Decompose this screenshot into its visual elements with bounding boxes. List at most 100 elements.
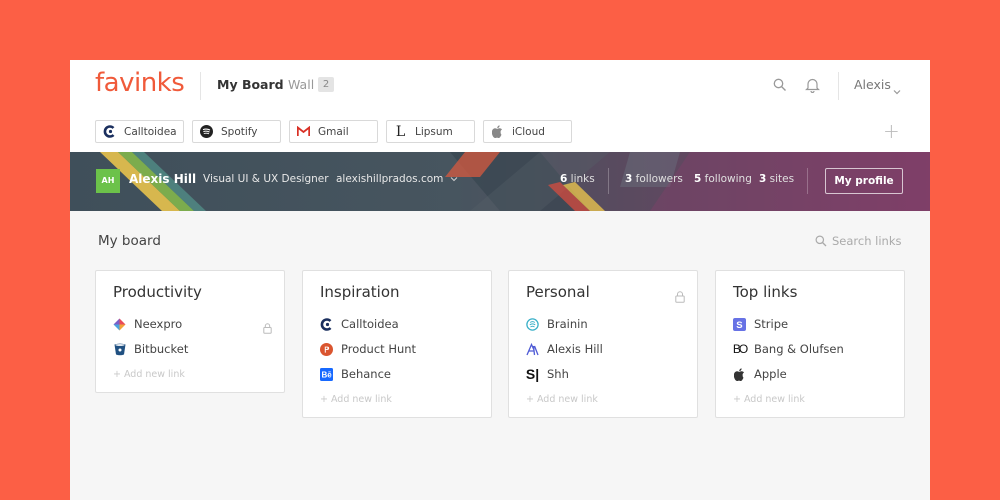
gmail-icon	[297, 125, 310, 138]
sites-stat[interactable]: 3 sites	[759, 173, 794, 185]
board-card-inspiration: Inspiration Calltoidea Product Hunt Bē B…	[302, 270, 492, 418]
add-link-button[interactable]: + Add new link	[113, 369, 185, 380]
link-label: Calltoidea	[341, 317, 399, 331]
profile-site-dropdown[interactable]: alexishillprados.com	[336, 173, 458, 185]
bookmark-label: Spotify	[221, 125, 258, 138]
search-icon[interactable]	[773, 77, 789, 93]
card-title[interactable]: Inspiration	[320, 283, 400, 301]
bell-icon[interactable]	[805, 77, 821, 94]
chevron-down-icon[interactable]	[893, 80, 901, 99]
following-stat[interactable]: 5 following	[694, 173, 752, 185]
card-title[interactable]: Top links	[733, 283, 797, 301]
behance-icon: Bē	[320, 367, 333, 381]
link-alexis-hill[interactable]: Alexis Hill	[526, 341, 603, 357]
links-stat[interactable]: 6 links	[560, 173, 595, 185]
spotify-icon	[200, 125, 213, 138]
bookmark-label: iCloud	[512, 125, 545, 138]
profile-banner: AH Alexis Hill Visual UI & UX Designer a…	[70, 152, 930, 211]
stat-label: followers	[635, 173, 683, 185]
link-bitbucket[interactable]: Bitbucket	[113, 341, 188, 357]
bookmark-icloud[interactable]: iCloud	[483, 120, 572, 143]
bookmark-label: Calltoidea	[124, 125, 177, 138]
stat-count: 3	[625, 173, 633, 185]
bitbucket-icon	[113, 343, 126, 356]
add-link-button[interactable]: + Add new link	[320, 394, 392, 405]
stat-label: following	[704, 173, 752, 185]
stat-count: 6	[560, 173, 568, 185]
add-bookmark-button[interactable]: +	[883, 121, 900, 141]
stat-count: 5	[694, 173, 702, 185]
link-apple[interactable]: Apple	[733, 366, 787, 382]
board-card-top-links: Top links S Stripe BO Bang & Olufsen App…	[715, 270, 905, 418]
divider	[838, 72, 839, 100]
divider	[608, 168, 609, 194]
link-shh[interactable]: S| Shh	[526, 366, 569, 382]
calltoidea-icon	[320, 317, 333, 331]
producthunt-icon	[320, 342, 333, 356]
followers-stat[interactable]: 3 followers	[625, 173, 683, 185]
card-title[interactable]: Personal	[526, 283, 590, 301]
link-neexpro[interactable]: Neexpro	[113, 316, 273, 332]
svg-text:S: S	[736, 320, 742, 331]
link-label: Apple	[754, 367, 787, 381]
logo[interactable]: favinks	[95, 68, 185, 98]
stat-label: links	[570, 173, 595, 185]
lock-icon	[675, 288, 685, 307]
wall-count-badge: 2	[318, 77, 334, 92]
link-label: Bitbucket	[134, 342, 189, 356]
my-profile-button[interactable]: My profile	[825, 168, 903, 194]
link-label: Bang & Olufsen	[754, 342, 844, 356]
bang-olufsen-icon: BO	[732, 342, 748, 356]
link-bang-olufsen[interactable]: BO Bang & Olufsen	[733, 341, 844, 357]
search-links-input[interactable]: Search links	[815, 234, 902, 248]
bookmark-spotify[interactable]: Spotify	[192, 120, 281, 143]
apple-icon	[491, 125, 504, 138]
shh-icon: S|	[525, 366, 540, 382]
card-title[interactable]: Productivity	[113, 283, 202, 301]
lipsum-icon: L	[395, 123, 406, 140]
board-card-personal: Personal Brainin Alexis Hill S| Shh + Ad…	[508, 270, 698, 418]
bookmark-label: Lipsum	[415, 125, 453, 138]
neexpro-icon	[113, 318, 126, 331]
chevron-down-icon	[450, 177, 458, 182]
link-stripe[interactable]: S Stripe	[733, 316, 788, 332]
banner-decoration	[100, 152, 930, 211]
nav-wall[interactable]: Wall	[288, 77, 314, 92]
apple-icon	[733, 367, 746, 381]
alexis-icon	[526, 342, 539, 356]
lock-icon	[263, 319, 272, 338]
link-label: Behance	[341, 367, 391, 381]
bookmarks-bar: Calltoidea Spotify Gmail L Lipsum iCloud…	[70, 111, 930, 153]
user-menu[interactable]: Alexis	[854, 77, 891, 92]
nav-my-board[interactable]: My Board	[217, 77, 284, 92]
svg-text:Bē: Bē	[322, 370, 333, 379]
link-brainin[interactable]: Brainin	[526, 316, 588, 332]
link-product-hunt[interactable]: Product Hunt	[320, 341, 416, 357]
search-placeholder: Search links	[832, 234, 902, 248]
brainin-icon	[526, 317, 539, 331]
link-calltoidea[interactable]: Calltoidea	[320, 316, 399, 332]
divider	[807, 168, 808, 194]
app-window: favinks My Board Wall 2 Alexis Calltoide…	[70, 60, 930, 500]
divider	[200, 72, 201, 100]
link-label: Shh	[547, 367, 569, 381]
bookmark-gmail[interactable]: Gmail	[289, 120, 378, 143]
profile-site: alexishillprados.com	[336, 173, 444, 185]
stat-label: sites	[769, 173, 795, 185]
link-label: Stripe	[754, 317, 789, 331]
add-link-button[interactable]: + Add new link	[526, 394, 598, 405]
board-card-productivity: Productivity Neexpro Bitbucket + Add new…	[95, 270, 285, 393]
link-label: Alexis Hill	[547, 342, 603, 356]
bookmark-lipsum[interactable]: L Lipsum	[386, 120, 475, 143]
profile-title: Visual UI & UX Designer	[203, 173, 329, 185]
board-title: My board	[98, 233, 161, 249]
avatar[interactable]: AH	[96, 169, 120, 193]
link-label: Product Hunt	[341, 342, 417, 356]
bookmark-calltoidea[interactable]: Calltoidea	[95, 120, 184, 143]
link-label: Brainin	[547, 317, 588, 331]
bookmark-label: Gmail	[318, 125, 349, 138]
link-behance[interactable]: Bē Behance	[320, 366, 391, 382]
search-icon	[815, 235, 827, 247]
profile-name[interactable]: Alexis Hill	[129, 172, 196, 186]
add-link-button[interactable]: + Add new link	[733, 394, 805, 405]
